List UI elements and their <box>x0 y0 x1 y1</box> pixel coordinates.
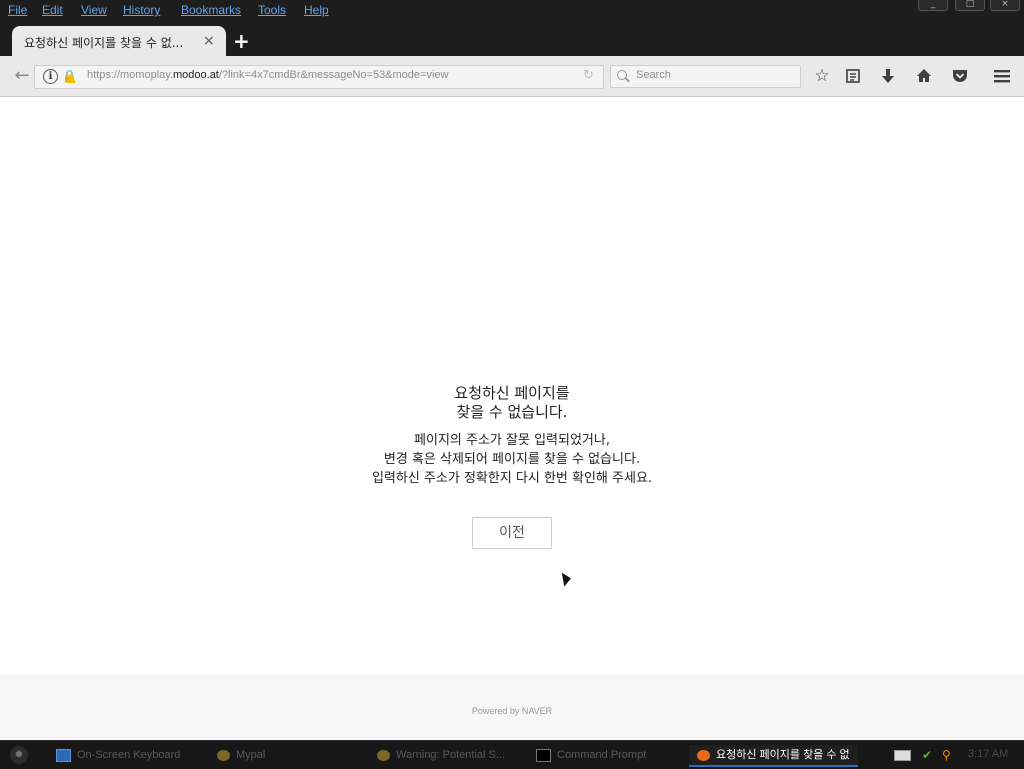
url-prefix: https://momoplay. <box>87 69 173 81</box>
menu-help[interactable]: Help <box>304 2 329 18</box>
task-label: 요청하신 페이지를 찾을 수 없 <box>716 749 850 761</box>
minimize-button[interactable]: _ <box>918 0 948 11</box>
close-window-button[interactable]: × <box>990 0 1020 11</box>
error-description: 페이지의 주소가 잘못 입력되었거나, 변경 혹은 삭제되어 페이지를 찾을 수… <box>0 431 1024 488</box>
keyboard-icon <box>56 748 71 762</box>
pocket-icon[interactable] <box>949 66 971 86</box>
task-browser-active[interactable]: 요청하신 페이지를 찾을 수 없 <box>689 745 858 767</box>
error-title: 요청하신 페이지를 찾을 수 없습니다. <box>0 384 1024 422</box>
tab-title: 요청하신 페이지를 찾을 수 없... <box>24 36 184 50</box>
active-tab[interactable]: 요청하신 페이지를 찾을 수 없... × <box>12 26 226 56</box>
previous-button[interactable]: 이전 <box>472 517 552 549</box>
task-label: On-Screen Keyboard <box>77 749 181 761</box>
task-label: Warning: Potential S... <box>396 749 506 761</box>
search-icon <box>617 70 627 80</box>
download-icon[interactable] <box>877 66 899 86</box>
task-command-prompt[interactable]: Command Prompt <box>536 745 646 765</box>
firefox-icon <box>697 749 710 761</box>
maximize-button[interactable]: □ <box>955 0 985 11</box>
mouse-cursor-icon <box>561 571 573 587</box>
task-label: Command Prompt <box>557 749 647 761</box>
new-tab-button[interactable]: + <box>233 31 250 51</box>
url-host: modoo.at <box>173 69 219 81</box>
mypal-icon <box>217 749 230 761</box>
page-footer: Powered by NAVER <box>0 675 1024 741</box>
warning-icon <box>66 74 76 83</box>
error-description-line-2: 변경 혹은 삭제되어 페이지를 찾을 수 없습니다. <box>383 452 641 467</box>
menu-history[interactable]: History <box>123 2 160 18</box>
menu-tools[interactable]: Tools <box>258 2 286 18</box>
home-icon[interactable] <box>913 66 935 86</box>
reload-icon[interactable]: ↻ <box>583 68 594 83</box>
search-tray-icon[interactable]: ⚲ <box>942 748 951 762</box>
taskbar-clock[interactable]: 3:17 AM <box>968 748 1008 760</box>
page-content: 요청하신 페이지를 찾을 수 없습니다. 페이지의 주소가 잘못 입력되었거나,… <box>0 97 1024 675</box>
menu-view[interactable]: View <box>81 2 107 18</box>
info-icon[interactable]: i <box>43 69 58 84</box>
star-icon[interactable]: ☆ <box>811 66 833 86</box>
tab-close-icon[interactable]: × <box>203 33 215 49</box>
search-placeholder: Search <box>636 69 671 81</box>
tab-bar: 요청하신 페이지를 찾을 수 없... × + <box>0 20 1024 56</box>
reader-list-icon[interactable] <box>842 66 864 86</box>
error-description-line-3: 입력하신 주소가 정확한지 다시 한번 확인해 주세요. <box>371 471 653 486</box>
taskbar: ✹ On-Screen Keyboard Mypal Warning: Pote… <box>0 740 1024 769</box>
keyboard-tray-icon[interactable] <box>894 750 911 761</box>
menu-bookmarks[interactable]: Bookmarks <box>181 2 241 18</box>
url-text[interactable]: https://momoplay.modoo.at/?link=4x7cmdBr… <box>87 69 448 81</box>
network-tray-icon[interactable]: ✔ <box>922 748 932 762</box>
start-button[interactable]: ✹ <box>10 746 28 764</box>
task-on-screen-keyboard[interactable]: On-Screen Keyboard <box>56 745 180 765</box>
menu-bar: File Edit View History Bookmarks Tools H… <box>0 0 1024 20</box>
hamburger-menu-icon[interactable] <box>991 66 1013 86</box>
url-path: /?link=4x7cmdBr&messageNo=53&mode=view <box>218 69 449 81</box>
error-title-line-2: 찾을 수 없습니다. <box>456 403 568 421</box>
task-mypal[interactable]: Mypal <box>217 745 265 765</box>
mypal-icon <box>377 749 390 761</box>
error-title-line-1: 요청하신 페이지를 <box>454 384 570 402</box>
powered-by-text: Powered by NAVER <box>471 706 553 716</box>
back-arrow-icon[interactable]: ← <box>10 66 34 88</box>
task-label: Mypal <box>236 749 266 761</box>
search-bar[interactable]: Search <box>610 65 801 88</box>
task-warning-potential[interactable]: Warning: Potential S... <box>377 745 505 765</box>
menu-edit[interactable]: Edit <box>42 2 63 18</box>
url-bar[interactable]: i 🔒 https://momoplay.modoo.at/?link=4x7c… <box>34 65 604 89</box>
menu-file[interactable]: File <box>8 2 27 18</box>
error-description-line-1: 페이지의 주소가 잘못 입력되었거나, <box>414 433 610 448</box>
command-prompt-icon <box>536 748 551 762</box>
